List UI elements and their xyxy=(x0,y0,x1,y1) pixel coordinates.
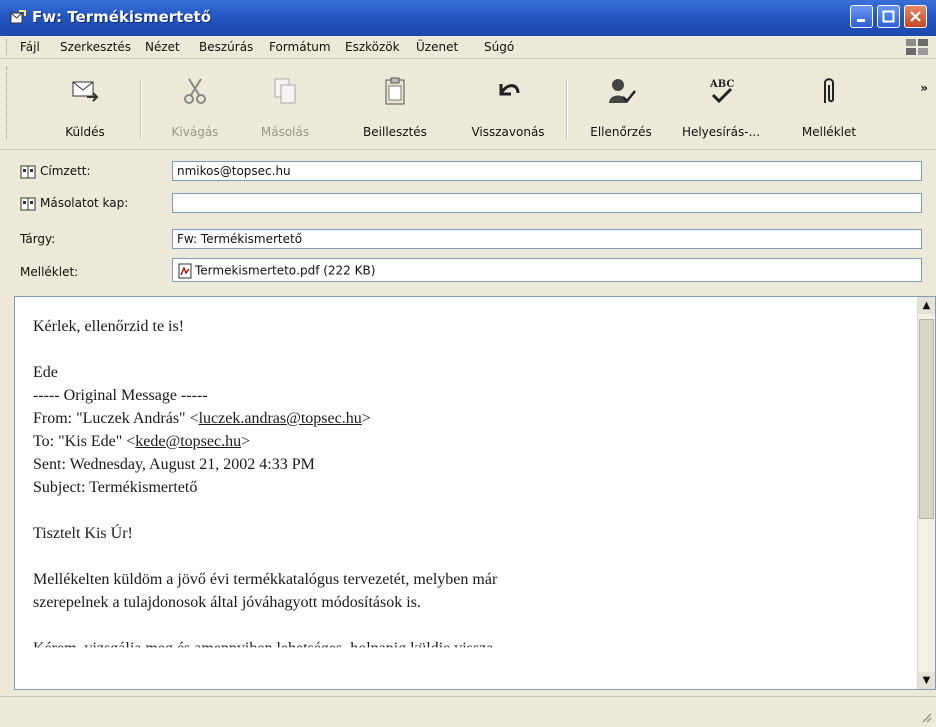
close-icon xyxy=(910,11,921,22)
cc-label: Másolatot kap: xyxy=(40,196,129,210)
cc-label-group[interactable]: Másolatot kap: xyxy=(20,196,128,211)
copy-label: Másolás xyxy=(260,125,310,139)
body-paragraph-cutoff: Kérem, vizsgálja meg és amennyiben lehet… xyxy=(33,640,498,657)
paperclip-icon xyxy=(824,78,834,103)
to-email-link[interactable]: kede@topsec.hu xyxy=(135,433,241,450)
attachment-filename[interactable]: Termekismertetо.pdf (222 KB) xyxy=(195,264,375,278)
check-names-label: Ellenőrzés xyxy=(590,125,652,139)
to-field[interactable]: nmikos@topsec.hu xyxy=(172,161,922,181)
copy-button[interactable]: Másolás xyxy=(240,75,330,139)
original-message-separator: ----- Original Message ----- xyxy=(33,387,208,404)
maximize-button[interactable] xyxy=(877,5,900,28)
title-bar[interactable]: Fw: Termékismertető xyxy=(0,0,936,36)
menu-file[interactable]: Fájl xyxy=(20,40,40,54)
address-book-icon xyxy=(20,165,36,178)
toolbar-overflow-chevron[interactable]: » xyxy=(920,81,928,95)
close-button[interactable] xyxy=(904,5,927,28)
attachment-label: Melléklet: xyxy=(20,265,79,279)
svg-text:ABC: ABC xyxy=(709,79,734,90)
undo-button[interactable]: Visszavonás xyxy=(463,75,553,139)
menu-tools[interactable]: Eszközök xyxy=(345,40,400,54)
email-compose-window: Fw: Termékismertető Fájl Szerkesztés Néz… xyxy=(0,0,936,727)
scroll-thumb[interactable] xyxy=(919,319,934,519)
message-text[interactable]: Kérlek, ellenőrzid te is! Ede ----- Orig… xyxy=(33,315,893,660)
original-to: To: "Kis Ede" <kede@topsec.hu> xyxy=(33,433,251,450)
paste-button[interactable]: Beillesztés xyxy=(350,75,440,139)
scissors-icon xyxy=(184,78,206,104)
subject-field[interactable]: Fw: Termékismertető xyxy=(172,229,922,249)
toolbar-separator xyxy=(566,79,568,139)
send-icon xyxy=(72,81,99,102)
toolbar: Küldés Kivágás Másolás Beillesztés Vissz… xyxy=(0,59,936,150)
to-label: Címzett: xyxy=(40,164,91,178)
window-title: Fw: Termékismertető xyxy=(32,8,212,26)
attach-label: Melléklet xyxy=(801,125,857,139)
body-line: Ede xyxy=(33,364,58,381)
original-subject: Subject: Termékismertető xyxy=(33,479,198,496)
cc-field[interactable] xyxy=(172,193,922,213)
cut-button[interactable]: Kivágás xyxy=(150,75,240,139)
address-book-icon xyxy=(20,197,36,210)
greeting: Tisztelt Kis Úr! xyxy=(33,525,133,542)
clipboard-icon xyxy=(385,77,405,105)
undo-label: Visszavonás xyxy=(471,125,545,139)
mail-forward-icon xyxy=(10,10,26,24)
resize-grip-icon[interactable] xyxy=(920,711,932,723)
cut-label: Kivágás xyxy=(171,125,219,139)
minimize-button[interactable] xyxy=(850,5,873,28)
menu-grip[interactable] xyxy=(6,39,10,55)
menu-view[interactable]: Nézet xyxy=(145,40,180,54)
undo-icon xyxy=(499,84,520,96)
spellcheck-icon: ABC xyxy=(709,79,734,104)
original-from: From: "Luczek András" <luczek.andras@top… xyxy=(33,410,371,427)
attachment-field[interactable]: Termekismertetо.pdf (222 KB) xyxy=(172,258,922,282)
paste-label: Beillesztés xyxy=(363,125,427,139)
send-button[interactable]: Küldés xyxy=(40,75,130,139)
check-names-icon xyxy=(609,79,636,103)
send-label: Küldés xyxy=(65,125,105,139)
windows-logo-icon xyxy=(906,39,928,55)
spelling-button[interactable]: ABC Helyesírás-... xyxy=(676,75,766,139)
body-paragraph: szerepelnek a tulajdonosok által jóváhag… xyxy=(33,594,421,611)
minimize-icon xyxy=(857,19,865,22)
attach-button[interactable]: Melléklet xyxy=(784,75,874,139)
scroll-up-arrow-icon[interactable]: ▲ xyxy=(918,297,935,314)
status-bar xyxy=(0,696,936,727)
original-sent: Sent: Wednesday, August 21, 2002 4:33 PM xyxy=(33,456,315,473)
maximize-icon xyxy=(882,10,895,23)
message-body[interactable]: Kérlek, ellenőrzid te is! Ede ----- Orig… xyxy=(14,296,936,690)
menu-insert[interactable]: Beszúrás xyxy=(199,40,253,54)
vertical-scrollbar[interactable]: ▲ ▼ xyxy=(917,297,935,689)
pdf-file-icon xyxy=(178,263,192,279)
menu-help[interactable]: Súgó xyxy=(484,40,514,54)
menu-format[interactable]: Formátum xyxy=(269,40,331,54)
spelling-label: Helyesírás-... xyxy=(681,125,761,139)
toolbar-grip[interactable] xyxy=(6,67,10,139)
to-label-group[interactable]: Címzett: xyxy=(20,164,91,179)
check-names-button[interactable]: Ellenőrzés xyxy=(576,75,666,139)
menu-bar: Fájl Szerkesztés Nézet Beszúrás Formátum… xyxy=(0,36,936,59)
toolbar-separator xyxy=(140,79,142,139)
body-line: Kérlek, ellenőrzid te is! xyxy=(33,318,185,335)
body-paragraph: Mellékelten küldöm a jövő évi termékkata… xyxy=(33,571,498,588)
menu-message[interactable]: Üzenet xyxy=(416,40,458,54)
scroll-down-arrow-icon[interactable]: ▼ xyxy=(918,672,935,689)
from-email-link[interactable]: luczek.andras@topsec.hu xyxy=(199,410,362,427)
copy-icon xyxy=(274,78,296,104)
subject-label: Tárgy: xyxy=(20,232,56,246)
menu-edit[interactable]: Szerkesztés xyxy=(60,40,131,54)
